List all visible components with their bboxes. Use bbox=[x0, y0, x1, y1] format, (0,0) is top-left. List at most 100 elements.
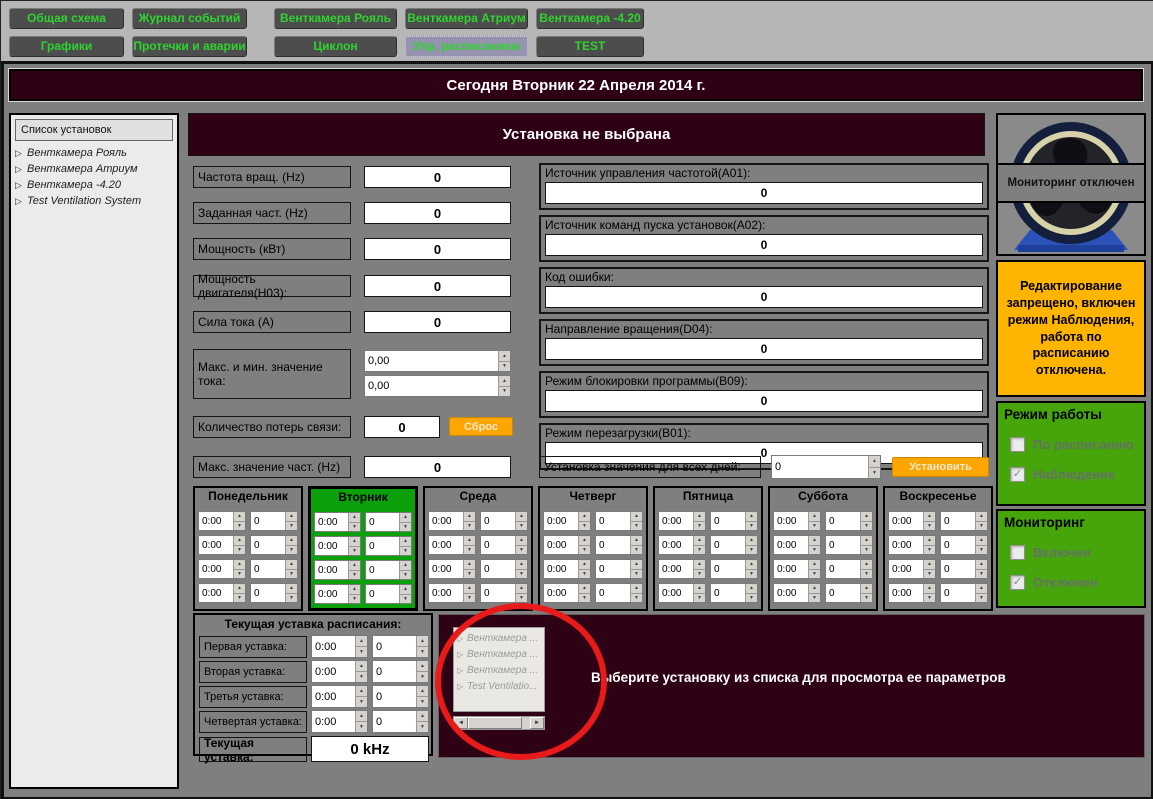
expand-arrow-icon[interactable]: ▷ bbox=[15, 164, 27, 175]
spin-down-icon[interactable]: ▼ bbox=[579, 522, 590, 531]
spin-up-icon[interactable]: ▲ bbox=[356, 686, 367, 697]
slot-value-spinbox[interactable]: 0▲▼ bbox=[710, 535, 758, 555]
spin-down-icon[interactable]: ▼ bbox=[356, 722, 367, 732]
spin-down-icon[interactable]: ▼ bbox=[924, 570, 935, 579]
spin-up-icon[interactable]: ▲ bbox=[861, 536, 872, 546]
spin-down-icon[interactable]: ▼ bbox=[400, 523, 411, 532]
spin-up-icon[interactable]: ▲ bbox=[234, 536, 245, 546]
checkbox[interactable] bbox=[1010, 437, 1025, 452]
spin-up-icon[interactable]: ▲ bbox=[417, 711, 428, 722]
spin-up-icon[interactable]: ▲ bbox=[286, 584, 297, 594]
slot-value-spinbox[interactable]: 0▲▼ bbox=[365, 560, 412, 580]
sidebar-tree-item[interactable]: ▷Венткамера -4.20 bbox=[11, 177, 177, 193]
slot-value-spinbox[interactable]: 0▲▼ bbox=[595, 511, 643, 531]
spin-down-icon[interactable]: ▼ bbox=[349, 595, 360, 604]
slot-time-spinbox[interactable]: 0:00▲▼ bbox=[543, 535, 591, 555]
checkbox[interactable]: ✓ bbox=[1010, 575, 1025, 590]
spin-down-icon[interactable]: ▼ bbox=[349, 523, 360, 532]
spin-down-icon[interactable]: ▼ bbox=[976, 570, 987, 579]
spin-down-icon[interactable]: ▼ bbox=[234, 546, 245, 555]
spin-up-icon[interactable]: ▲ bbox=[286, 536, 297, 546]
spin-up-icon[interactable]: ▲ bbox=[631, 536, 642, 546]
spin-up-icon[interactable]: ▲ bbox=[349, 561, 360, 571]
mini-list-item[interactable]: ▷Венткамера ... bbox=[454, 630, 544, 646]
spin-down-icon[interactable]: ▼ bbox=[234, 594, 245, 603]
spin-up-icon[interactable]: ▲ bbox=[631, 512, 642, 522]
spin-down-icon[interactable]: ▼ bbox=[631, 570, 642, 579]
slot-value-spinbox[interactable]: 0▲▼ bbox=[365, 584, 412, 604]
setpoint-value-spinbox[interactable]: 0▲▼ bbox=[372, 660, 429, 683]
slot-time-spinbox[interactable]: 0:00▲▼ bbox=[658, 559, 706, 579]
spin-up-icon[interactable]: ▲ bbox=[356, 711, 367, 722]
spin-down-icon[interactable]: ▼ bbox=[286, 522, 297, 531]
slot-time-spinbox[interactable]: 0:00▲▼ bbox=[888, 535, 936, 555]
spin-down-icon[interactable]: ▼ bbox=[746, 594, 757, 603]
spin-down-icon[interactable]: ▼ bbox=[356, 647, 367, 657]
spin-up-icon[interactable]: ▲ bbox=[809, 536, 820, 546]
setpoint-time-spinbox[interactable]: 0:00▲▼ bbox=[311, 685, 368, 708]
spin-down-icon[interactable]: ▼ bbox=[286, 594, 297, 603]
spin-up-icon[interactable]: ▲ bbox=[464, 584, 475, 594]
slot-value-spinbox[interactable]: 0▲▼ bbox=[595, 583, 643, 603]
spin-up-icon[interactable]: ▲ bbox=[400, 585, 411, 595]
slot-value-spinbox[interactable]: 0▲▼ bbox=[365, 512, 412, 532]
spin-up-icon[interactable]: ▲ bbox=[356, 636, 367, 647]
sidebar-tree-item[interactable]: ▷Венткамера Рояль bbox=[11, 145, 177, 161]
spin-down-icon[interactable]: ▼ bbox=[234, 522, 245, 531]
spin-down-icon[interactable]: ▼ bbox=[464, 570, 475, 579]
checkbox[interactable] bbox=[1010, 545, 1025, 560]
spin-down-icon[interactable]: ▼ bbox=[464, 594, 475, 603]
spin-down-icon[interactable]: ▼ bbox=[516, 570, 527, 579]
spin-down-icon[interactable]: ▼ bbox=[631, 522, 642, 531]
spin-down-icon[interactable]: ▼ bbox=[286, 546, 297, 555]
spin-down-icon[interactable]: ▼ bbox=[516, 546, 527, 555]
spin-up-icon[interactable]: ▲ bbox=[976, 512, 987, 522]
spin-up-icon[interactable]: ▲ bbox=[746, 560, 757, 570]
max-current-spinbox[interactable]: 0,00▲▼ bbox=[364, 350, 511, 372]
spin-up-icon[interactable]: ▲ bbox=[499, 376, 510, 387]
spin-up-icon[interactable]: ▲ bbox=[400, 513, 411, 523]
slot-time-spinbox[interactable]: 0:00▲▼ bbox=[773, 559, 821, 579]
spin-down-icon[interactable]: ▼ bbox=[861, 570, 872, 579]
slot-value-spinbox[interactable]: 0▲▼ bbox=[595, 535, 643, 555]
min-current-spinbox[interactable]: 0,00▲▼ bbox=[364, 375, 511, 397]
slot-time-spinbox[interactable]: 0:00▲▼ bbox=[428, 583, 476, 603]
setpoint-value-spinbox[interactable]: 0▲▼ bbox=[372, 710, 429, 733]
slot-time-spinbox[interactable]: 0:00▲▼ bbox=[888, 511, 936, 531]
spin-down-icon[interactable]: ▼ bbox=[464, 522, 475, 531]
slot-value-spinbox[interactable]: 0▲▼ bbox=[940, 511, 988, 531]
spin-up-icon[interactable]: ▲ bbox=[464, 560, 475, 570]
spin-down-icon[interactable]: ▼ bbox=[869, 468, 880, 479]
spin-down-icon[interactable]: ▼ bbox=[631, 594, 642, 603]
spin-up-icon[interactable]: ▲ bbox=[694, 536, 705, 546]
spin-down-icon[interactable]: ▼ bbox=[349, 571, 360, 580]
reset-button[interactable]: Сброс bbox=[449, 417, 513, 436]
spin-down-icon[interactable]: ▼ bbox=[861, 546, 872, 555]
nav-button[interactable]: TEST bbox=[536, 36, 644, 57]
slot-value-spinbox[interactable]: 0▲▼ bbox=[825, 511, 873, 531]
slot-value-spinbox[interactable]: 0▲▼ bbox=[480, 559, 528, 579]
nav-button[interactable]: Венткамера -4.20 bbox=[536, 8, 644, 29]
spin-down-icon[interactable]: ▼ bbox=[499, 387, 510, 397]
spin-up-icon[interactable]: ▲ bbox=[924, 512, 935, 522]
setpoint-time-spinbox[interactable]: 0:00▲▼ bbox=[311, 635, 368, 658]
spin-down-icon[interactable]: ▼ bbox=[809, 570, 820, 579]
spin-down-icon[interactable]: ▼ bbox=[400, 595, 411, 604]
spin-up-icon[interactable]: ▲ bbox=[694, 584, 705, 594]
spin-down-icon[interactable]: ▼ bbox=[286, 570, 297, 579]
spin-down-icon[interactable]: ▼ bbox=[234, 570, 245, 579]
slot-value-spinbox[interactable]: 0▲▼ bbox=[940, 583, 988, 603]
slot-time-spinbox[interactable]: 0:00▲▼ bbox=[773, 535, 821, 555]
spin-up-icon[interactable]: ▲ bbox=[349, 513, 360, 523]
spin-up-icon[interactable]: ▲ bbox=[924, 560, 935, 570]
slot-time-spinbox[interactable]: 0:00▲▼ bbox=[773, 511, 821, 531]
spin-up-icon[interactable]: ▲ bbox=[234, 584, 245, 594]
slot-value-spinbox[interactable]: 0▲▼ bbox=[480, 583, 528, 603]
nav-button[interactable]: Графики bbox=[9, 36, 124, 57]
setpoint-time-spinbox[interactable]: 0:00▲▼ bbox=[311, 710, 368, 733]
spin-down-icon[interactable]: ▼ bbox=[809, 546, 820, 555]
slot-value-spinbox[interactable]: 0▲▼ bbox=[480, 535, 528, 555]
spin-down-icon[interactable]: ▼ bbox=[746, 546, 757, 555]
spin-up-icon[interactable]: ▲ bbox=[356, 661, 367, 672]
slot-value-spinbox[interactable]: 0▲▼ bbox=[710, 583, 758, 603]
